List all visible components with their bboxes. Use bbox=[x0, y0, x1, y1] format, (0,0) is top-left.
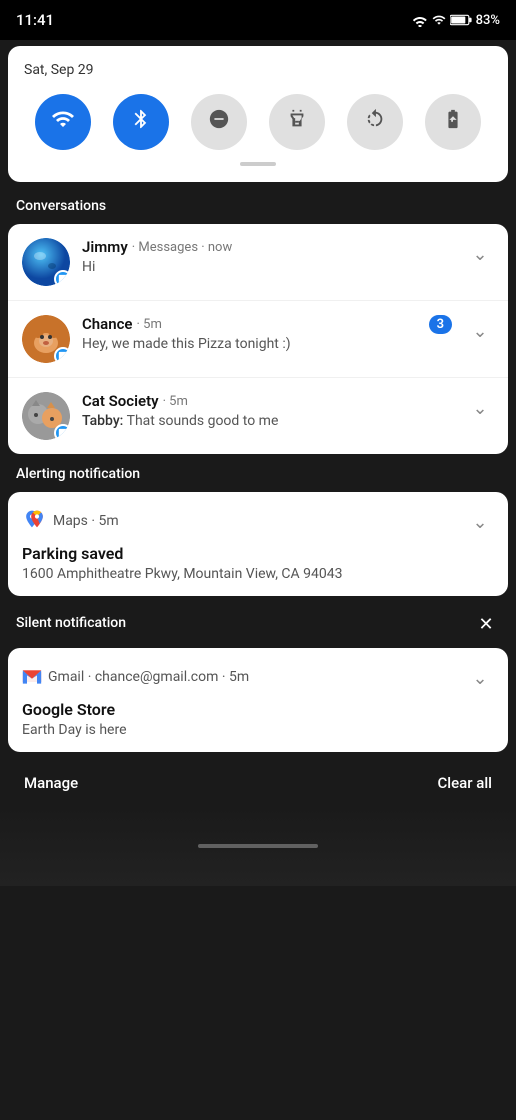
jimmy-chevron-icon: ⌄ bbox=[472, 244, 487, 265]
home-indicator bbox=[198, 844, 318, 848]
jimmy-meta: · Messages · now bbox=[132, 240, 232, 255]
conversations-header: Conversations bbox=[0, 188, 516, 222]
alerting-app-row: Maps · 5m bbox=[22, 509, 119, 534]
bluetooth-toggle[interactable] bbox=[113, 94, 169, 150]
alerting-chevron-icon: ⌄ bbox=[472, 512, 487, 533]
battery-saver-toggle-icon bbox=[442, 108, 464, 136]
silent-top: Gmail · chance@gmail.com · 5m ⌄ bbox=[22, 662, 494, 692]
alerting-header: Alerting notification bbox=[0, 456, 516, 490]
chance-badge: 3 bbox=[429, 315, 452, 334]
jimmy-message: Hi bbox=[82, 259, 458, 275]
wifi-toggle[interactable] bbox=[35, 94, 91, 150]
silent-dismiss[interactable]: ✕ bbox=[472, 610, 500, 638]
silent-card[interactable]: Gmail · chance@gmail.com · 5m ⌄ Google S… bbox=[8, 648, 508, 752]
chance-expand[interactable]: ⌄ bbox=[466, 317, 494, 345]
silent-close-icon: ✕ bbox=[478, 614, 493, 635]
toggle-row bbox=[24, 94, 492, 150]
cat-society-name: Cat Society bbox=[82, 392, 159, 410]
battery-percentage: 83% bbox=[476, 13, 500, 28]
conversations-card: Jimmy · Messages · now Hi ⌄ bbox=[8, 224, 508, 454]
chance-chevron-icon: ⌄ bbox=[472, 321, 487, 342]
cat-society-avatar bbox=[22, 392, 70, 440]
dnd-toggle[interactable] bbox=[191, 94, 247, 150]
silent-body: Earth Day is here bbox=[22, 722, 494, 738]
alerting-top: Maps · 5m ⌄ bbox=[22, 506, 494, 536]
chance-app-badge bbox=[54, 347, 70, 363]
cat-message-sender: Tabby: bbox=[82, 413, 123, 429]
cat-society-content: Cat Society · 5m Tabby: That sounds good… bbox=[82, 392, 458, 429]
manage-button[interactable]: Manage bbox=[24, 774, 78, 792]
signal-icon bbox=[432, 13, 446, 27]
conversation-chance[interactable]: Chance · 5m Hey, we made this Pizza toni… bbox=[8, 301, 508, 378]
conversations-label: Conversations bbox=[16, 198, 106, 214]
jimmy-avatar bbox=[22, 238, 70, 286]
alerting-app-name: Maps · 5m bbox=[53, 513, 119, 529]
gmail-icon bbox=[22, 667, 42, 687]
battery-saver-toggle[interactable] bbox=[425, 94, 481, 150]
silent-title: Google Store bbox=[22, 700, 494, 719]
status-bar: 11:41 83% bbox=[0, 0, 516, 40]
wifi-toggle-icon bbox=[51, 107, 75, 137]
cat-message-text: That sounds good to me bbox=[127, 413, 279, 429]
rotate-toggle[interactable] bbox=[347, 94, 403, 150]
clear-all-button[interactable]: Clear all bbox=[438, 774, 493, 792]
silent-app-row: Gmail · chance@gmail.com · 5m bbox=[22, 667, 249, 687]
alerting-title: Parking saved bbox=[22, 544, 494, 563]
jimmy-content: Jimmy · Messages · now Hi bbox=[82, 238, 458, 275]
bottom-bar: Manage Clear all bbox=[0, 760, 516, 806]
cat-chevron-icon: ⌄ bbox=[472, 398, 487, 419]
bottom-area bbox=[0, 806, 516, 886]
cat-society-expand[interactable]: ⌄ bbox=[466, 394, 494, 422]
maps-pin-icon bbox=[22, 509, 47, 534]
drag-handle[interactable] bbox=[240, 162, 276, 166]
silent-chevron-icon: ⌄ bbox=[472, 668, 487, 689]
bluetooth-toggle-icon bbox=[130, 108, 152, 136]
dnd-toggle-icon bbox=[208, 108, 230, 136]
status-icons: 83% bbox=[412, 13, 500, 28]
alerting-label: Alerting notification bbox=[16, 466, 140, 482]
date-label: Sat, Sep 29 bbox=[24, 62, 492, 78]
rotate-toggle-icon bbox=[364, 108, 386, 136]
chance-name: Chance bbox=[82, 315, 133, 333]
wifi-icon bbox=[412, 13, 428, 27]
chance-meta: · 5m bbox=[137, 317, 162, 332]
conversation-jimmy[interactable]: Jimmy · Messages · now Hi ⌄ bbox=[8, 224, 508, 301]
chance-content: Chance · 5m Hey, we made this Pizza toni… bbox=[82, 315, 429, 352]
chance-avatar bbox=[22, 315, 70, 363]
alerting-expand[interactable]: ⌄ bbox=[466, 508, 494, 536]
cat-society-meta: · 5m bbox=[163, 394, 188, 409]
silent-header: Silent notification ✕ bbox=[0, 598, 516, 646]
jimmy-app-badge bbox=[54, 270, 70, 286]
alerting-body: 1600 Amphitheatre Pkwy, Mountain View, C… bbox=[22, 566, 494, 582]
quick-settings-panel: Sat, Sep 29 bbox=[8, 46, 508, 182]
status-time: 11:41 bbox=[16, 11, 54, 29]
jimmy-expand[interactable]: ⌄ bbox=[466, 240, 494, 268]
conversation-cat-society[interactable]: Cat Society · 5m Tabby: That sounds good… bbox=[8, 378, 508, 454]
jimmy-name: Jimmy bbox=[82, 238, 128, 256]
cat-society-message: Tabby: That sounds good to me bbox=[82, 413, 458, 429]
alerting-card[interactable]: Maps · 5m ⌄ Parking saved 1600 Amphithea… bbox=[8, 492, 508, 596]
silent-expand[interactable]: ⌄ bbox=[466, 664, 494, 692]
silent-app-meta: Gmail · chance@gmail.com · 5m bbox=[48, 669, 249, 685]
battery-icon bbox=[450, 13, 472, 27]
flashlight-toggle-icon bbox=[286, 108, 308, 136]
cat-app-badge bbox=[54, 424, 70, 440]
chance-message: Hey, we made this Pizza tonight :) bbox=[82, 336, 429, 352]
flashlight-toggle[interactable] bbox=[269, 94, 325, 150]
silent-label: Silent notification bbox=[16, 615, 126, 631]
